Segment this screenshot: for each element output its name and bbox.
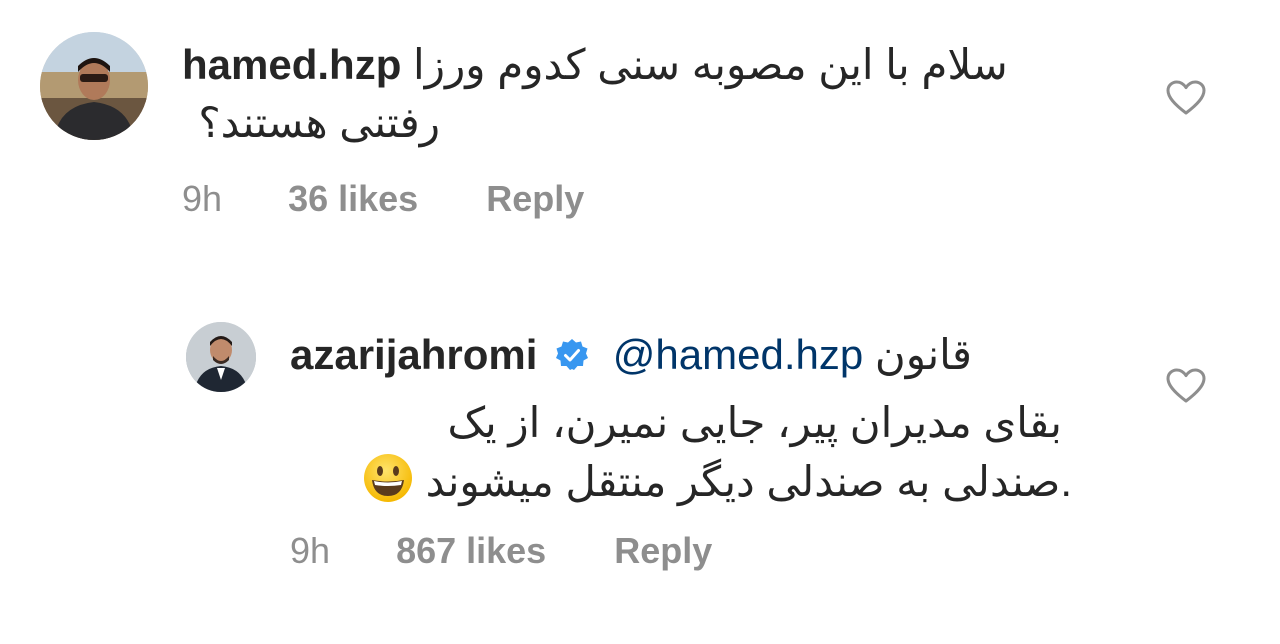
avatar-photo	[40, 32, 148, 140]
avatar[interactable]	[186, 322, 256, 392]
comment-reply: azarijahromi @hamed.hzp قانون بقای مدیرا…	[0, 312, 1280, 612]
comment-body-continued: بقای مدیران پیر، جایی نمیرن، از یک	[447, 399, 1062, 446]
mention-link[interactable]: @hamed.hzp	[613, 331, 863, 378]
avatar[interactable]	[40, 32, 148, 140]
comment-timestamp: 9h	[182, 178, 223, 219]
comment-meta: 9h 867 likes Reply	[290, 530, 712, 572]
heart-outline-icon[interactable]	[1166, 80, 1206, 116]
verified-badge-icon	[556, 339, 589, 370]
comment-username[interactable]: azarijahromi	[290, 331, 537, 378]
comment-body-continued: .صندلی به صندلی دیگر منتقل میشوند	[356, 452, 1072, 511]
comment-likes-count[interactable]: 867 likes	[396, 530, 546, 572]
comment-body-continued: رفتنی هستند؟	[198, 99, 440, 146]
reply-button[interactable]: Reply	[486, 178, 584, 220]
comment-text-line1: azarijahromi @hamed.hzp قانون	[290, 326, 972, 384]
comment-body-text: .صندلی به صندلی دیگر منتقل میشوند	[425, 458, 1072, 505]
comments-thread: hamed.hzp سلام با این مصوبه سنی کدوم ورز…	[0, 0, 1280, 644]
comment-likes-count[interactable]: 36 likes	[288, 178, 418, 220]
comment-body: قانون	[874, 331, 973, 378]
comment-text-line1: hamed.hzp سلام با این مصوبه سنی کدوم ورز…	[182, 36, 1008, 94]
heart-outline-icon[interactable]	[1166, 368, 1206, 404]
comment: hamed.hzp سلام با این مصوبه سنی کدوم ورز…	[0, 28, 1280, 248]
comment-meta: 9h 36 likes Reply	[182, 178, 584, 220]
avatar-photo	[186, 322, 256, 392]
comment-username[interactable]: hamed.hzp	[182, 41, 401, 88]
comment-timestamp: 9h	[290, 530, 331, 571]
reply-button[interactable]: Reply	[614, 530, 712, 572]
grinning-face-emoji	[364, 454, 412, 502]
comment-body: سلام با این مصوبه سنی کدوم ورزا	[413, 41, 1008, 88]
